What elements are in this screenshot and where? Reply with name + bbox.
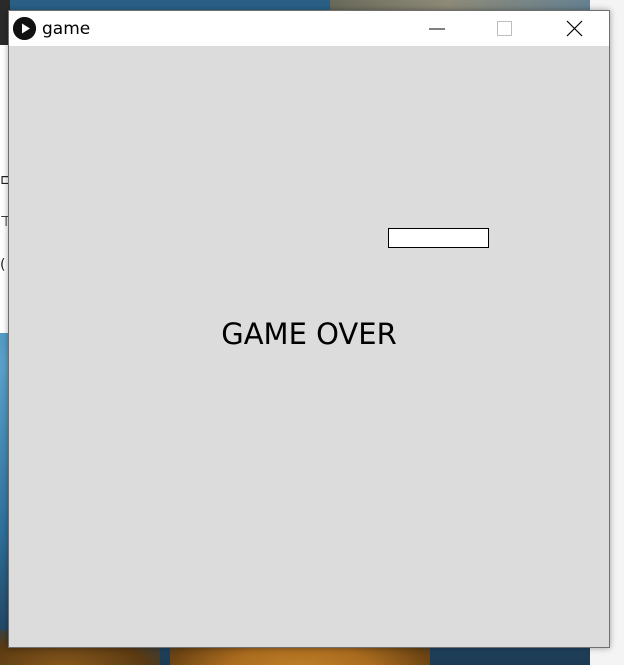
- maximize-button[interactable]: [481, 11, 527, 46]
- close-icon: [566, 20, 583, 37]
- game-over-text: GAME OVER: [221, 317, 397, 351]
- maximize-icon: [497, 21, 512, 36]
- play-circle-icon: [13, 17, 36, 40]
- game-window: game GAME OVER: [8, 10, 610, 648]
- close-button[interactable]: [551, 11, 597, 46]
- background-window-text-fragment: (: [0, 257, 6, 273]
- paddle: [388, 228, 489, 248]
- game-canvas[interactable]: GAME OVER: [9, 46, 609, 647]
- minimize-icon: [429, 28, 445, 30]
- window-title: game: [42, 19, 91, 39]
- window-titlebar[interactable]: game: [9, 11, 609, 46]
- minimize-button[interactable]: [412, 11, 458, 46]
